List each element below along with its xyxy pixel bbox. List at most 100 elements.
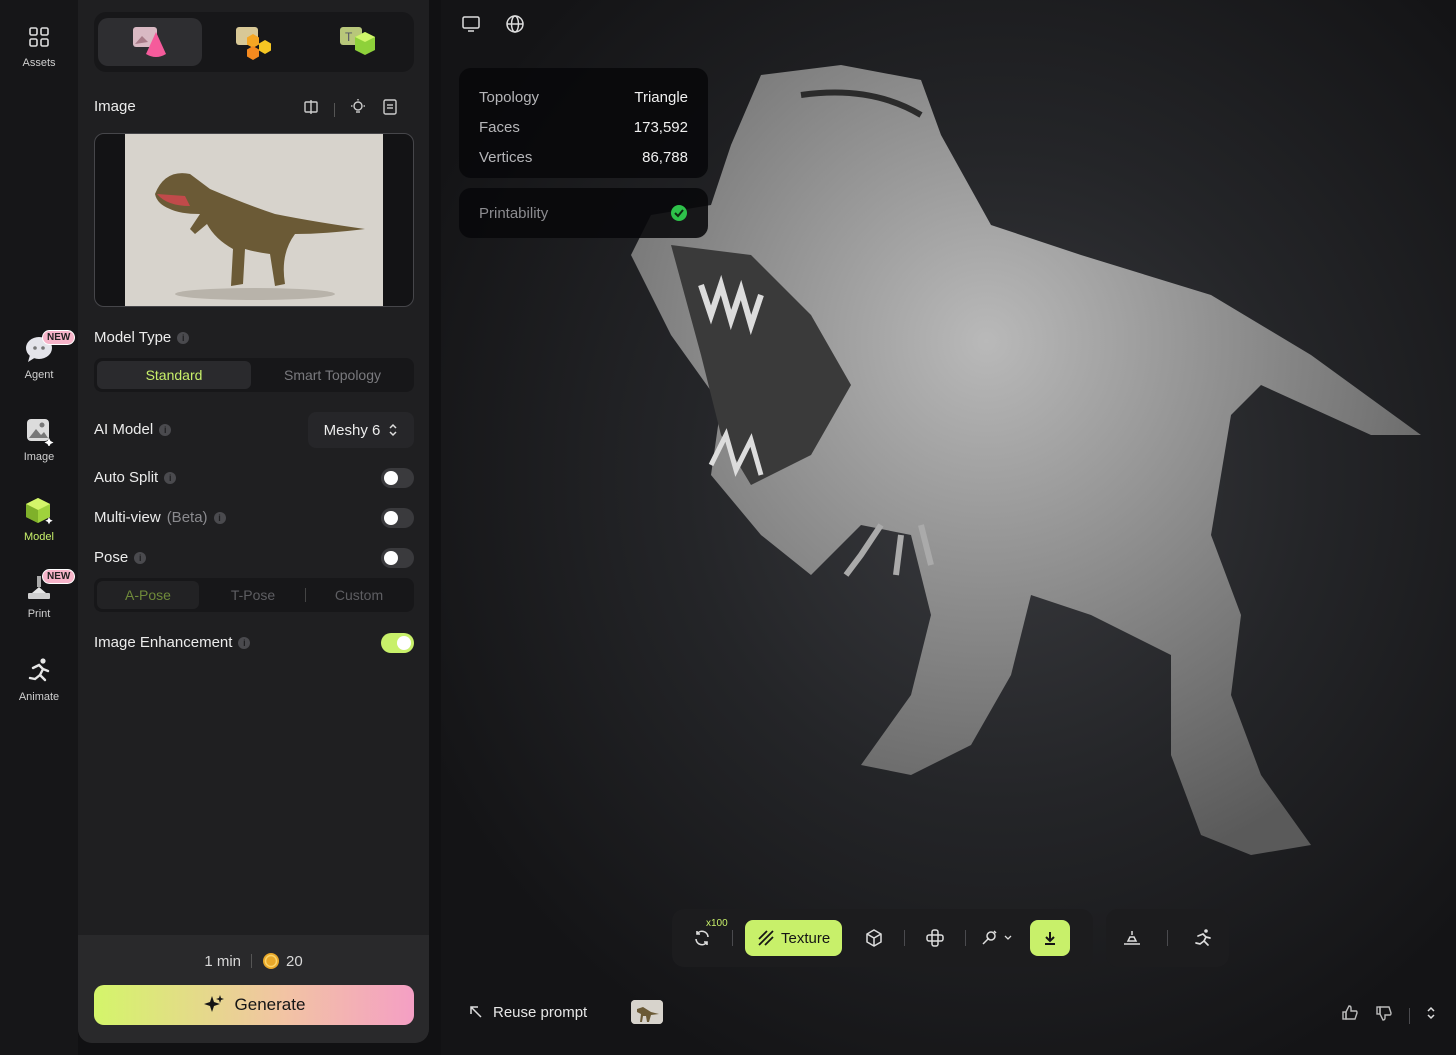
- download-button[interactable]: [1030, 920, 1071, 956]
- generate-button[interactable]: Generate: [94, 985, 414, 1025]
- stat-value: 173,592: [633, 118, 688, 136]
- info-icon[interactable]: i: [164, 471, 177, 484]
- model-type-row: Model Type i: [94, 329, 190, 346]
- credits-value: 20: [286, 952, 303, 970]
- rail-model-label: Model: [24, 531, 54, 543]
- rail-assets[interactable]: Assets: [0, 22, 78, 69]
- stat-key: Faces: [479, 118, 520, 136]
- refresh-icon: [695, 930, 709, 946]
- download-icon: [1045, 932, 1056, 945]
- remesh-button[interactable]: x100: [684, 918, 728, 956]
- rail-print[interactable]: NEW Print: [0, 569, 78, 620]
- pose-row: Pose i: [94, 549, 147, 566]
- ai-model-value: Meshy 6: [323, 421, 381, 439]
- divider: [904, 930, 906, 946]
- globe-icon[interactable]: [505, 14, 525, 39]
- thumbs-up-icon[interactable]: [1341, 1004, 1359, 1027]
- tab-image-to-3d[interactable]: [98, 18, 202, 66]
- pose-toggle[interactable]: [381, 548, 414, 568]
- text-cube-icon: T: [340, 27, 375, 55]
- trex-thumb: [631, 1000, 664, 1024]
- image-tools: [302, 98, 399, 121]
- rail-agent-label: Agent: [24, 369, 54, 381]
- rail-model[interactable]: Model: [0, 496, 78, 543]
- viewport-toolbar-secondary: [1106, 909, 1229, 967]
- divider: [334, 102, 335, 117]
- new-badge: NEW: [42, 569, 76, 584]
- texture-button[interactable]: Texture: [745, 920, 843, 956]
- multiview-toggle[interactable]: [381, 508, 414, 528]
- arrow-up-left-icon: [470, 1006, 482, 1018]
- viewport-toolbar: x100 Texture: [672, 909, 1093, 967]
- running-figure-icon: [24, 656, 54, 686]
- printability-panel[interactable]: Printability: [459, 188, 708, 238]
- viewport-top-icons: [461, 14, 525, 39]
- move-cross-icon: [926, 929, 944, 947]
- cube-icon: [24, 496, 54, 526]
- check-circle-icon: [671, 205, 687, 221]
- print-prepare-button[interactable]: [1114, 920, 1150, 956]
- image-sparkle-icon: [24, 416, 54, 446]
- stat-key: Vertices: [479, 148, 533, 166]
- rail-image-label: Image: [23, 451, 55, 463]
- pose-a-pose[interactable]: A-Pose: [97, 581, 199, 609]
- info-icon[interactable]: i: [159, 423, 172, 436]
- chevron-down-icon: [1004, 935, 1012, 940]
- reuse-prompt-button[interactable]: Reuse prompt: [493, 1004, 587, 1021]
- transform-button[interactable]: [917, 920, 953, 956]
- trex-3d-model: [631, 65, 1421, 855]
- wireframe-button[interactable]: [856, 920, 892, 956]
- image-section-title: Image: [94, 98, 136, 115]
- mode-tabs: T: [94, 12, 414, 72]
- cost-summary: 1 min 20: [78, 952, 429, 970]
- image-enhancement-label: Image Enhancement: [94, 634, 233, 651]
- trex-photo: [125, 134, 383, 306]
- notes-icon[interactable]: [381, 98, 399, 121]
- info-icon[interactable]: i: [238, 636, 251, 649]
- pose-segmented: A-Pose T-Pose Custom: [94, 578, 414, 612]
- image-cone-icon: [133, 27, 166, 57]
- model-type-standard[interactable]: Standard: [97, 361, 251, 389]
- divider: [1166, 930, 1168, 946]
- auto-split-toggle[interactable]: [381, 468, 414, 488]
- settings-panel: T Image Model Type i Standard Smart Topo…: [78, 0, 429, 1043]
- pose-t-pose[interactable]: T-Pose: [202, 581, 304, 609]
- tab-multi-image[interactable]: [202, 18, 306, 66]
- image-enhancement-toggle[interactable]: [381, 633, 414, 653]
- info-icon[interactable]: i: [177, 331, 190, 344]
- coin-icon: [263, 953, 279, 969]
- rail-animate[interactable]: Animate: [0, 656, 78, 703]
- uploaded-image-frame[interactable]: [94, 133, 414, 307]
- stat-row-faces: Faces 173,592: [479, 112, 688, 142]
- lighting-dropdown[interactable]: [978, 920, 1014, 956]
- rail-image[interactable]: Image: [0, 416, 78, 463]
- mesh-stats-panel: Topology Triangle Faces 173,592 Vertices…: [459, 68, 708, 178]
- animate-button[interactable]: [1185, 920, 1221, 956]
- generate-label: Generate: [234, 995, 306, 1014]
- auto-split-label: Auto Split: [94, 469, 159, 486]
- lightbulb-icon[interactable]: [349, 98, 367, 121]
- pose-custom[interactable]: Custom: [307, 581, 411, 609]
- chevron-updown-icon[interactable]: [1426, 1005, 1436, 1026]
- crop-icon[interactable]: [302, 98, 320, 121]
- texture-label: Texture: [781, 929, 831, 947]
- svg-text:T: T: [345, 30, 353, 44]
- credits: 20: [262, 952, 303, 970]
- source-image-thumbnail[interactable]: [631, 1000, 664, 1024]
- model-viewport[interactable]: Topology Triangle Faces 173,592 Vertices…: [441, 0, 1456, 1055]
- time-estimate: 1 min: [204, 952, 241, 970]
- info-icon[interactable]: i: [213, 511, 226, 524]
- printability-label: Printability: [479, 204, 549, 222]
- ai-model-select[interactable]: Meshy 6: [308, 412, 414, 448]
- thumbs-down-icon[interactable]: [1375, 1004, 1393, 1027]
- info-icon[interactable]: i: [134, 551, 147, 564]
- multiview-row: Multi-view (Beta) i: [94, 509, 226, 526]
- rail-agent[interactable]: NEW Agent: [0, 330, 78, 381]
- model-type-smart-topology[interactable]: Smart Topology: [254, 361, 411, 389]
- stat-value: Triangle: [634, 88, 688, 106]
- polygon-mesh-icon: [866, 929, 882, 947]
- monitor-icon[interactable]: [461, 14, 481, 39]
- image-hexagons-icon: [236, 27, 271, 60]
- rail-print-label: Print: [27, 608, 51, 620]
- tab-text-to-3d[interactable]: T: [306, 18, 410, 66]
